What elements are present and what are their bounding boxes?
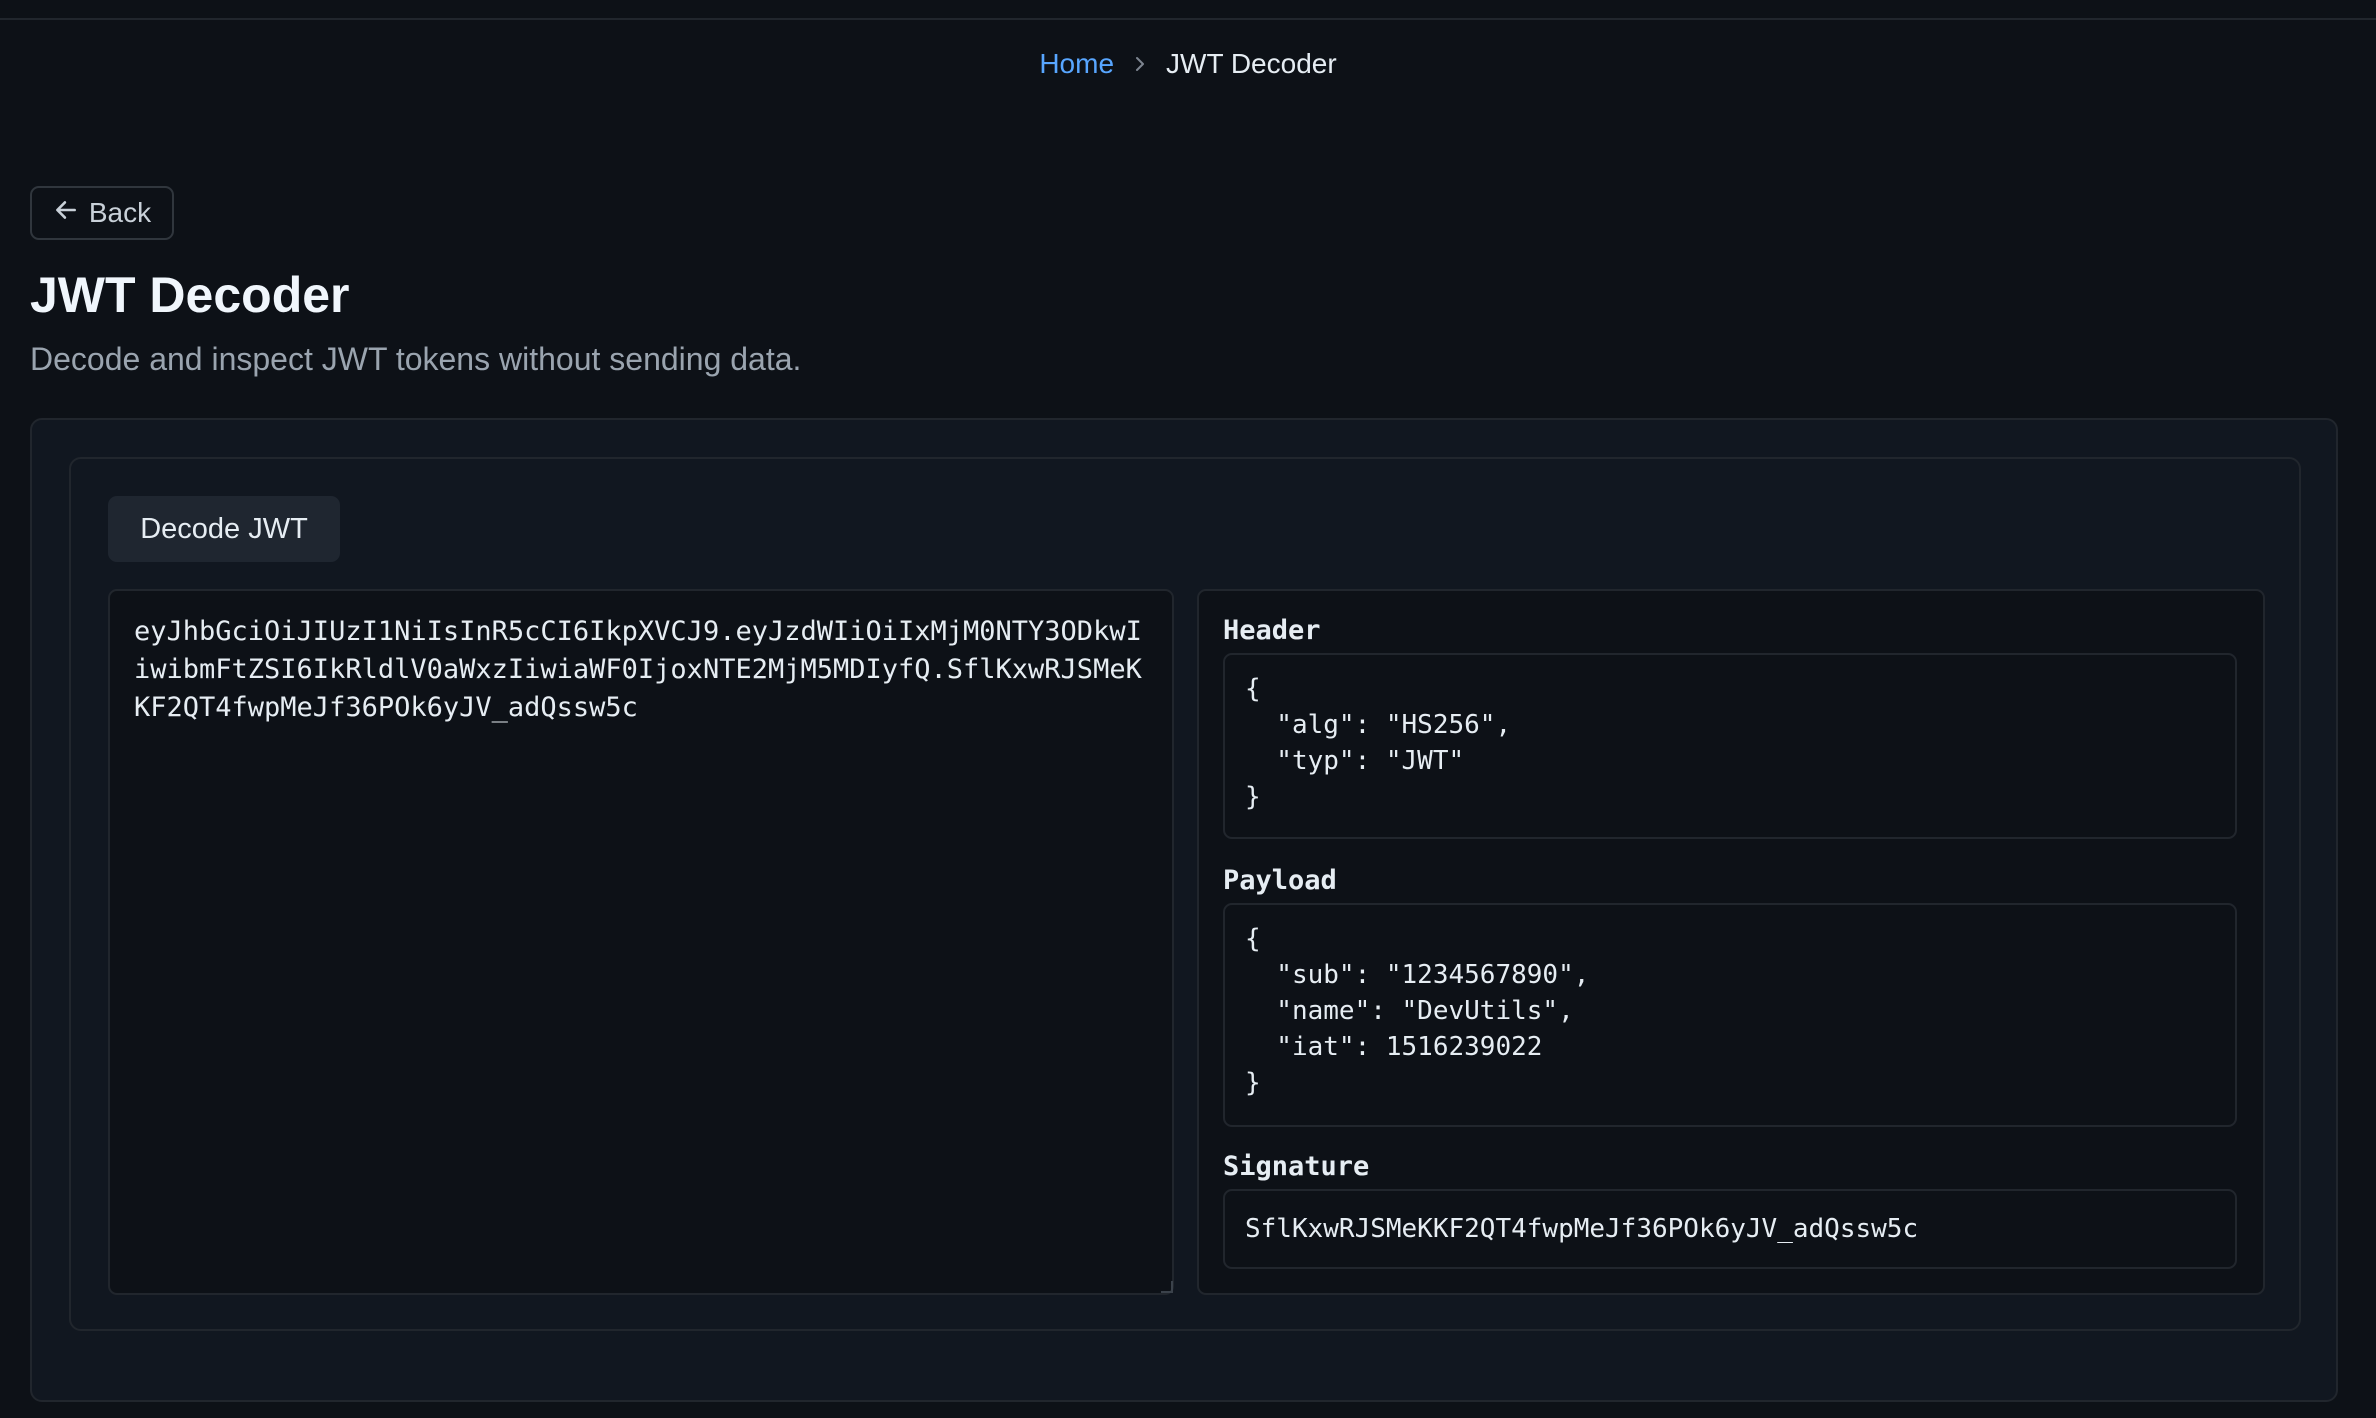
header-section-label: Header: [1223, 615, 1321, 646]
resize-handle-icon[interactable]: [1161, 1281, 1173, 1293]
payload-json-output: { "sub": "1234567890", "name": "DevUtils…: [1223, 903, 2237, 1127]
arrow-left-icon: [53, 197, 79, 230]
page-title: JWT Decoder: [30, 267, 350, 323]
back-button[interactable]: Back: [30, 186, 174, 240]
top-bar: [0, 0, 2376, 20]
signature-section-label: Signature: [1223, 1151, 1370, 1182]
breadcrumb: Home JWT Decoder: [0, 48, 2376, 80]
signature-output: SflKxwRJSMeKKF2QT4fwpMeJf36POk6yJV_adQss…: [1223, 1189, 2237, 1269]
header-json-output: { "alg": "HS256", "typ": "JWT" }: [1223, 653, 2237, 839]
decoded-output-panel: Header { "alg": "HS256", "typ": "JWT" } …: [1197, 589, 2265, 1295]
tool-card: Decode JWT eyJhbGciOiJIUzI1NiIsInR5cCI6I…: [30, 418, 2338, 1402]
page-subtitle: Decode and inspect JWT tokens without se…: [30, 341, 802, 377]
tab-decode-jwt[interactable]: Decode JWT: [108, 496, 340, 562]
payload-section-label: Payload: [1223, 865, 1337, 896]
decoder-panel: Decode JWT eyJhbGciOiJIUzI1NiIsInR5cCI6I…: [69, 457, 2301, 1331]
back-button-label: Back: [88, 197, 152, 228]
breadcrumb-home-link[interactable]: Home: [1039, 48, 1114, 80]
breadcrumb-current: JWT Decoder: [1166, 48, 1337, 79]
jwt-token-input[interactable]: eyJhbGciOiJIUzI1NiIsInR5cCI6IkpXVCJ9.eyJ…: [108, 589, 1174, 1295]
chevron-right-icon: [1130, 54, 1150, 74]
